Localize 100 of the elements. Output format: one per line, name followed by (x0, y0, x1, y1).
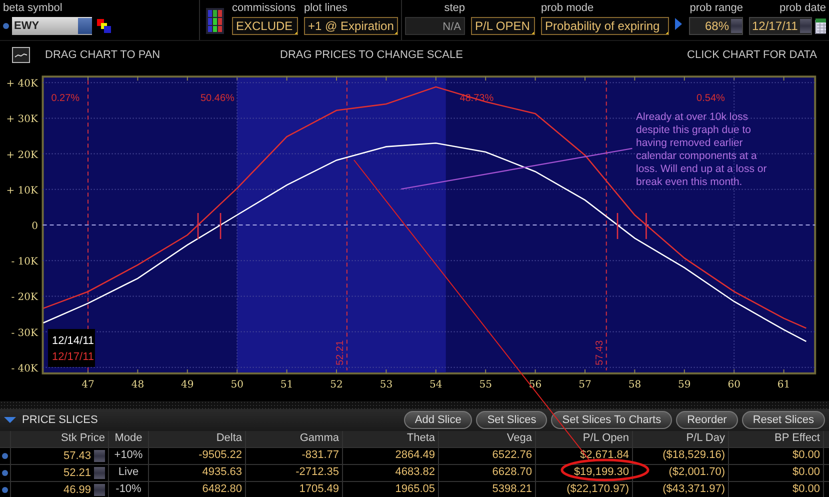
row-dot-icon[interactable] (2, 487, 8, 493)
x-axis-label: 58 (628, 379, 642, 390)
table-cell: 5398.21 (439, 482, 536, 497)
pan-hint: DRAG CHART TO PAN (45, 49, 162, 61)
table-cell: $19,199.30 (536, 465, 633, 481)
calendar-icon[interactable] (814, 18, 826, 34)
y-axis-label: + 20K (6, 150, 38, 161)
column-header[interactable]: BP Effect (729, 431, 824, 447)
table-cell[interactable]: 46.99 (11, 482, 109, 497)
expand-arrow-icon[interactable] (675, 18, 682, 30)
row-dot-icon[interactable] (2, 453, 8, 459)
chart-icon[interactable] (12, 47, 30, 63)
prob-mode-dropdown[interactable]: Probability of expiring (541, 17, 669, 35)
y-axis-label: + 10K (6, 185, 38, 196)
column-header[interactable]: P/L Day (633, 431, 729, 447)
prob-range-field[interactable]: 68% (689, 17, 743, 35)
column-header[interactable]: P/L Open (536, 431, 633, 447)
column-header[interactable]: Delta (149, 431, 246, 447)
table-cell: 1705.49 (246, 482, 343, 497)
breakeven-mark (197, 213, 199, 239)
plot-lines-dropdown[interactable]: +1 @ Expiration (304, 17, 398, 35)
probability-label: 0.27% (51, 93, 80, 104)
column-header[interactable]: Stk Price (11, 431, 109, 447)
y-axis-label: - 20K (11, 292, 38, 304)
pl-mode-dropdown[interactable]: P/L OPEN (471, 17, 535, 35)
table-cell: $0.00 (729, 465, 824, 481)
legend-label: 12/17/11 (52, 351, 94, 363)
probability-label: 0.54% (696, 93, 725, 104)
color-squares-icon[interactable] (97, 19, 111, 33)
table-cell: -9505.22 (149, 448, 246, 464)
prob-date-field[interactable]: 12/17/11 (749, 17, 812, 35)
field-label: commissions (232, 2, 297, 14)
table-cell: Live (109, 465, 149, 481)
table-cell: 6522.76 (439, 448, 536, 464)
x-axis-label: 48 (131, 379, 144, 390)
table-cell: 1965.05 (343, 482, 439, 497)
table-cell[interactable]: 52.21 (11, 465, 109, 481)
x-axis-label: 57 (578, 379, 592, 390)
collapse-arrow-icon[interactable] (4, 416, 16, 424)
table-cell: -10% (109, 482, 149, 497)
status-dot-icon (3, 23, 9, 29)
table-cell: 6482.80 (149, 482, 246, 497)
slice-button[interactable]: Set Slices To Charts (551, 411, 672, 429)
slice-button[interactable]: Set Slices (476, 411, 548, 429)
x-axis-label: 59 (678, 379, 691, 390)
x-axis-label: 56 (528, 379, 542, 390)
slice-button[interactable]: Reset Slices (742, 411, 825, 429)
x-axis-label: 60 (728, 379, 740, 390)
field-label: plot lines (304, 2, 348, 14)
x-axis-label: 54 (430, 379, 442, 390)
symbol-field[interactable]: EWY (12, 17, 92, 35)
table-cell: ($22,170.97) (536, 482, 633, 497)
breakeven-mark (220, 213, 222, 239)
color-grid-icon[interactable] (206, 8, 224, 34)
table-cell: 2864.49 (343, 448, 439, 464)
table-cell: 6628.70 (439, 465, 536, 481)
table-cell[interactable]: 57.43 (11, 448, 109, 464)
probability-label: 50.46% (200, 93, 234, 104)
data-hint: CLICK CHART FOR DATA (687, 49, 817, 61)
legend-background (48, 329, 95, 367)
field-label: prob mode (541, 2, 595, 14)
slice-button[interactable]: Reorder (676, 411, 738, 429)
section-title: PRICE SLICES (22, 414, 98, 426)
table-cell: ($2,001.70) (633, 465, 729, 481)
price-line[interactable] (346, 80, 348, 371)
breakeven-mark (616, 213, 618, 239)
table-cell: -2712.35 (246, 465, 343, 481)
x-axis-label: 61 (777, 379, 790, 390)
y-axis-label: - 40K (11, 363, 38, 374)
x-axis-label: 53 (380, 379, 393, 390)
y-axis-label: - 30K (11, 328, 38, 339)
table-cell: 4935.63 (149, 465, 246, 481)
x-axis-label: 50 (230, 379, 244, 390)
y-axis-label: + 30K (6, 114, 38, 126)
x-axis-label: 52 (330, 379, 343, 390)
scale-hint: DRAG PRICES TO CHANGE SCALE (280, 49, 464, 61)
y-axis-label: - 10K (11, 256, 38, 268)
field-label: prob date (778, 2, 826, 14)
column-header[interactable]: Theta (343, 431, 439, 447)
slice-button[interactable]: Add Slice (404, 411, 472, 429)
row-dot-icon[interactable] (2, 470, 8, 476)
x-axis-label: 47 (82, 379, 94, 390)
x-axis-label: 49 (181, 379, 194, 390)
column-header[interactable]: Mode (109, 431, 149, 447)
column-header[interactable]: Gamma (246, 431, 343, 447)
field-label: prob range (689, 2, 743, 14)
table-cell: 4683.82 (343, 465, 439, 481)
table-cell: -831.77 (246, 448, 343, 464)
y-axis-label: 0 (32, 221, 38, 232)
table-cell: ($43,371.97) (633, 482, 729, 497)
column-header[interactable]: Vega (439, 431, 536, 447)
price-label: 57.43 (594, 340, 606, 366)
x-axis-label: 51 (280, 379, 294, 390)
breakeven-mark (646, 213, 647, 239)
commissions-dropdown[interactable]: EXCLUDE (232, 17, 298, 35)
table-cell: $0.00 (729, 448, 824, 464)
price-line[interactable] (606, 80, 607, 371)
table-cell: $0.00 (729, 482, 824, 497)
annotation-note: Already at over 10k loss despite this graph due to having removed earlier calendar components at a loss. Will end up at a loss or break even this month. (636, 111, 768, 189)
field-label: step (443, 2, 465, 14)
